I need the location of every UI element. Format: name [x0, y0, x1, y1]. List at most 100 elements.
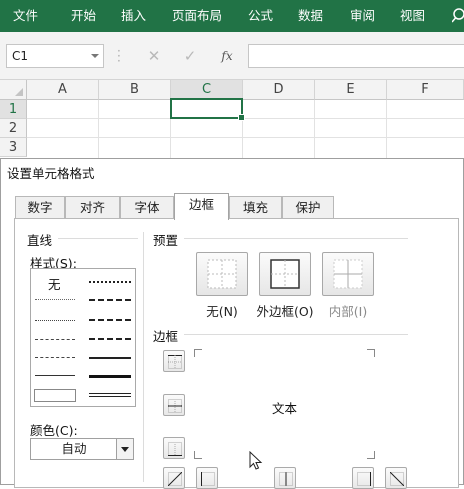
border-none-icon	[207, 259, 237, 289]
color-select[interactable]: 自动	[30, 438, 134, 460]
section-divider	[58, 238, 138, 239]
line-style-medium[interactable]	[89, 357, 131, 359]
preview-text: 文本	[271, 401, 297, 416]
preset-outline-label: 外边框(O)	[256, 304, 314, 319]
insert-function-button[interactable]: fx	[213, 44, 241, 68]
line-style-thick[interactable]	[89, 375, 131, 378]
ribbon-tab-review[interactable]: 审阅	[350, 0, 375, 32]
line-style-double[interactable]	[89, 393, 131, 397]
border-heading: 边框	[153, 329, 179, 344]
grid-line	[386, 100, 387, 158]
tab-alignment[interactable]: 对齐	[65, 196, 120, 218]
ribbon-tab-file[interactable]: 文件	[13, 0, 38, 32]
ribbon-tab-home[interactable]: 开始	[71, 0, 96, 32]
ribbon-tab-formulas[interactable]: 公式	[248, 0, 273, 32]
presets-heading: 预置	[153, 233, 179, 248]
border-diagonal-up-button[interactable]	[163, 467, 185, 489]
column-header-d[interactable]: D	[243, 80, 315, 100]
preset-inside-button[interactable]	[322, 252, 374, 296]
border-middle-horizontal-button[interactable]	[163, 394, 185, 416]
ribbon-tab-data[interactable]: 数据	[298, 0, 323, 32]
grid-line	[27, 137, 464, 138]
row-header-1[interactable]: 1	[0, 100, 27, 119]
line-style-dash-dot[interactable]	[35, 357, 75, 358]
line-style-list[interactable]: 无	[30, 268, 136, 407]
column-header-c[interactable]: C	[171, 80, 243, 100]
grid-line	[98, 100, 99, 158]
border-horizontal-icon	[168, 399, 182, 413]
border-right-button[interactable]	[352, 467, 374, 489]
section-divider	[184, 334, 408, 335]
corner-tick	[194, 349, 195, 357]
column-header-b[interactable]: B	[99, 80, 171, 100]
mouse-pointer-icon	[249, 451, 263, 470]
corner-tick	[367, 458, 375, 459]
border-left-button[interactable]	[196, 467, 218, 489]
column-header-e[interactable]: E	[315, 80, 387, 100]
preset-inside-label: 内部(I)	[328, 304, 368, 319]
vertical-divider	[143, 232, 144, 482]
border-diagonal-down-icon	[390, 472, 404, 486]
border-top-button[interactable]	[163, 350, 185, 372]
color-select-value: 自动	[61, 441, 87, 456]
corner-tick	[374, 349, 375, 357]
border-diagonal-down-button[interactable]	[385, 467, 407, 489]
border-outline-icon	[270, 259, 300, 289]
line-style-dotted[interactable]	[35, 320, 75, 321]
border-diagonal-up-icon	[168, 472, 182, 486]
ribbon-bar	[0, 0, 464, 32]
ribbon-tab-page-layout[interactable]: 页面布局	[172, 0, 222, 32]
border-right-icon	[357, 472, 371, 486]
tab-fill[interactable]: 填充	[229, 196, 282, 218]
grip-dots-icon[interactable]: · · ·	[117, 45, 121, 67]
tab-protection[interactable]: 保护	[282, 196, 334, 218]
line-style-slant-dash-dot[interactable]	[89, 299, 131, 301]
corner-tick	[194, 349, 202, 350]
line-style-medium-dash-dot[interactable]	[89, 319, 131, 321]
column-header-f[interactable]: F	[387, 80, 464, 100]
line-style-hair[interactable]	[35, 299, 75, 300]
preset-outline-button[interactable]	[259, 252, 311, 296]
chevron-down-icon[interactable]	[91, 54, 99, 58]
search-icon[interactable]	[452, 8, 464, 24]
line-style-medium-dashed[interactable]	[89, 338, 131, 340]
chevron-down-icon[interactable]	[116, 439, 133, 459]
corner-tick	[367, 349, 375, 350]
row-header-3[interactable]: 3	[0, 138, 27, 157]
border-vertical-icon	[279, 472, 293, 486]
tab-border[interactable]: 边框	[174, 193, 229, 220]
line-style-dash-dot-dot[interactable]	[35, 339, 75, 340]
tab-font[interactable]: 字体	[120, 196, 174, 218]
border-inside-icon	[333, 259, 363, 289]
name-box-value: C1	[12, 49, 29, 63]
name-box[interactable]: C1	[6, 44, 104, 68]
grid-line	[314, 100, 315, 158]
border-left-icon	[201, 472, 215, 486]
tab-number[interactable]: 数字	[15, 196, 65, 218]
border-bottom-icon	[168, 442, 182, 456]
row-header-2[interactable]: 2	[0, 119, 27, 138]
preset-none-button[interactable]	[196, 252, 248, 296]
preset-none-label: 无(N)	[206, 304, 238, 319]
corner-tick	[194, 458, 202, 459]
ribbon-tab-insert[interactable]: 插入	[121, 0, 146, 32]
border-bottom-button[interactable]	[163, 437, 185, 459]
dialog-title: 设置单元格格式	[7, 166, 95, 181]
section-divider	[184, 238, 408, 239]
border-top-icon	[168, 355, 182, 369]
line-style-thin-selected[interactable]	[34, 389, 76, 402]
line-style-medium-dash-dot-dot[interactable]	[89, 281, 131, 283]
formula-input[interactable]	[248, 44, 464, 68]
color-label: 颜色(C):	[30, 423, 78, 438]
select-all-corner[interactable]	[0, 80, 27, 100]
selected-cell[interactable]	[170, 98, 245, 121]
column-header-a[interactable]: A	[27, 80, 99, 100]
enter-formula-button[interactable]: ✓	[176, 44, 204, 68]
grid-line	[27, 118, 464, 119]
border-middle-vertical-button[interactable]	[274, 467, 296, 489]
line-section-heading: 直线	[27, 233, 53, 248]
ribbon-tab-view[interactable]: 视图	[400, 0, 425, 32]
line-style-none[interactable]: 无	[48, 274, 61, 293]
line-style-thin[interactable]	[35, 375, 75, 376]
cancel-formula-button[interactable]: ✕	[140, 44, 168, 68]
